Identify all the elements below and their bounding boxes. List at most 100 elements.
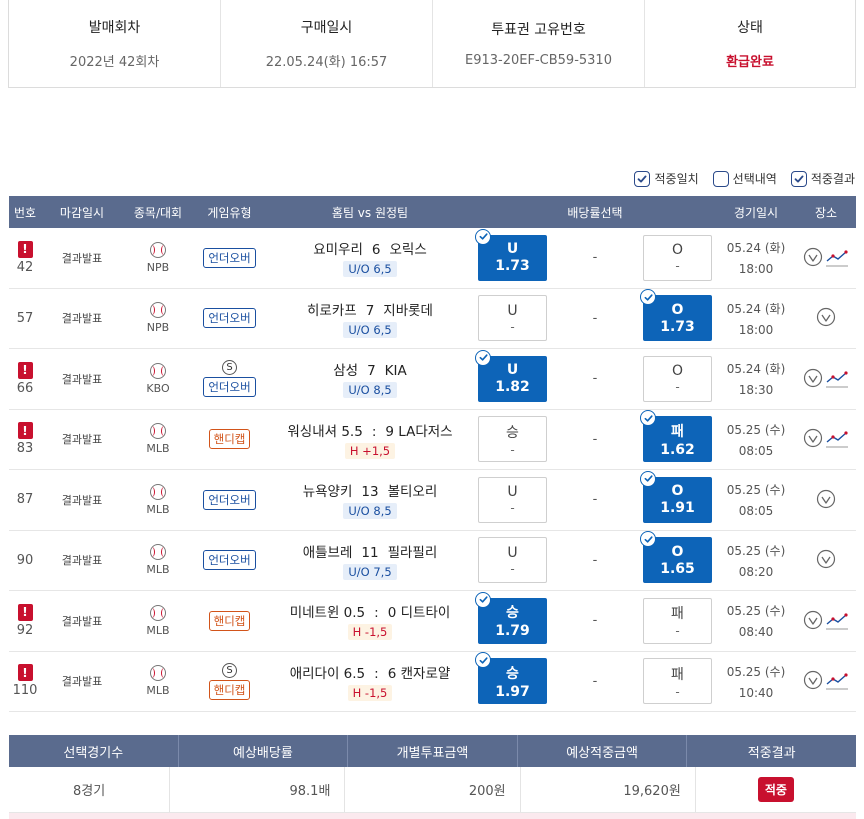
odds-right[interactable]: 패 1.62: [640, 410, 712, 463]
odds-right[interactable]: 패-: [643, 658, 712, 705]
game-time-cell: 05.25 (수) 08:05: [716, 421, 796, 458]
league-name: MLB: [146, 502, 170, 516]
teams-line: 히로카프 7 지바롯데: [302, 299, 438, 319]
summary-round: 발매회차 2022년 42회차: [9, 0, 221, 87]
game-number-cell: ! 110: [9, 664, 41, 698]
odds-label: O: [671, 242, 684, 259]
table-header: 번호 마감일시 종목/대회 게임유형 홈팀 vs 원정팀 배당률선택 경기일시 …: [9, 196, 856, 228]
odds-left[interactable]: U 1.82: [475, 349, 547, 402]
result-header-payout: 예상적중금액: [518, 735, 688, 767]
league-name: MLB: [146, 684, 170, 698]
location-pin-icon[interactable]: [816, 489, 836, 511]
filter-0[interactable]: 적중일치: [634, 170, 699, 187]
filter-1[interactable]: 선택내역: [712, 170, 777, 187]
line-value: U/O 6,5: [343, 321, 397, 338]
odds-right[interactable]: O 1.65: [640, 531, 712, 584]
location-pin-icon[interactable]: [816, 549, 836, 571]
home-team: 애틀브레: [302, 544, 353, 561]
close-status: 결과발표: [61, 493, 103, 507]
game-time: 08:20: [738, 564, 774, 579]
away-team: 9 LA다저스: [385, 423, 453, 440]
summary-label: 상태: [737, 20, 763, 36]
filter-bar: 적중일치 선택내역 적중결과: [634, 170, 855, 187]
table-row: ! 66 결과발표 KBO S 언더오버 삼성 7 KIA U/O 8,5 U 1.82- O -05.2…: [9, 349, 856, 410]
draw-odds: -: [592, 673, 598, 689]
place-cell: [796, 247, 856, 269]
location-pin-icon[interactable]: [803, 670, 823, 692]
odds-value: -: [510, 561, 515, 576]
sport-cell: MLB: [123, 604, 193, 637]
table-row: ! 92 결과발표 MLB 핸디캡 미네트윈 0.5:0 디트타이 H -1,5 승 1.79 -…: [9, 591, 856, 652]
odds-right[interactable]: O-: [643, 234, 712, 281]
baseball-icon: [150, 665, 166, 682]
league-name: NPB: [146, 321, 170, 335]
checkbox[interactable]: [790, 170, 807, 187]
game-date: 05.25 (수): [726, 483, 786, 498]
checkbox[interactable]: [634, 170, 651, 187]
sport-cell: MLB: [123, 483, 193, 516]
odds-label: 승: [506, 605, 519, 622]
place-cell: [796, 307, 856, 329]
checkbox[interactable]: [712, 170, 729, 187]
location-pin-icon[interactable]: [803, 368, 823, 390]
sport-cell: KBO: [123, 362, 193, 395]
trend-graph-icon[interactable]: [825, 611, 849, 631]
odds-left[interactable]: U-: [478, 295, 547, 342]
league-name: NPB: [146, 260, 170, 274]
odds-right[interactable]: O 1.73: [640, 289, 712, 342]
trend-graph-icon[interactable]: [825, 429, 849, 449]
location-pin-icon[interactable]: [803, 428, 823, 450]
home-team: 애리다이 6.5: [289, 665, 366, 682]
trend-graph-icon[interactable]: [825, 369, 849, 389]
odds-left[interactable]: U-: [478, 537, 547, 584]
table-row: 87 결과발표 MLB 언더오버 뉴욕양키 13 볼티오리 U/O 8,5 U - - O 1.91 05…: [9, 470, 856, 531]
game-time-cell: 05.24 (화) 18:30: [716, 360, 796, 397]
baseball-icon: [150, 302, 166, 319]
odds-right[interactable]: O 1.91: [640, 470, 712, 523]
odds-label: U: [506, 241, 519, 258]
location-pin-icon[interactable]: [803, 610, 823, 632]
odds-left[interactable]: U-: [478, 476, 547, 523]
trend-graph-icon[interactable]: [825, 671, 849, 691]
bottom-divider: [9, 813, 856, 819]
baseball-icon: [150, 241, 166, 258]
score: 7: [367, 363, 376, 380]
sport-cell: NPB: [123, 241, 193, 274]
game-time: 18:30: [738, 383, 774, 398]
odds-left[interactable]: 승 1.97: [475, 652, 547, 705]
score: :: [374, 665, 379, 682]
place-cell: [796, 670, 856, 692]
trend-graph-icon[interactable]: [825, 248, 849, 268]
close-status: 결과발표: [61, 433, 103, 447]
odds-label: U: [507, 302, 518, 319]
odds-cell: U 1.82- O -: [474, 349, 716, 402]
odds-left[interactable]: 승 1.79: [475, 591, 547, 644]
location-pin-icon[interactable]: [803, 247, 823, 269]
table-row: ! 42 결과발표 NPB 언더오버 요미우리 6 오릭스 U/O 6,5 U 1.73- O -05.…: [9, 228, 856, 289]
location-pin-icon[interactable]: [816, 307, 836, 329]
odds-right[interactable]: 패-: [643, 597, 712, 644]
game-date: 05.24 (화): [726, 241, 786, 256]
game-type-tag: 언더오버: [203, 489, 256, 510]
league-name: MLB: [146, 442, 170, 456]
filter-2[interactable]: 적중결과: [790, 170, 855, 187]
odds-value: -: [675, 624, 680, 639]
away-team: 0 디트타이: [387, 605, 451, 622]
header-close: 마감일시: [59, 205, 105, 220]
odds-left[interactable]: 승-: [478, 416, 547, 463]
score: 6: [371, 242, 381, 259]
score: :: [371, 423, 377, 440]
game-date: 05.25 (수): [726, 604, 786, 619]
odds-label: O: [671, 483, 684, 500]
away-team: 볼티오리: [387, 484, 438, 501]
game-type-tag: 핸디캡: [208, 429, 251, 450]
game-type-tag: 언더오버: [203, 247, 256, 268]
baseball-icon: [150, 604, 166, 621]
away-team: 오릭스: [389, 242, 427, 259]
odds-cell: U - - O 1.91: [474, 470, 716, 523]
odds-right[interactable]: O-: [643, 355, 712, 402]
game-number-cell: 57: [9, 311, 41, 326]
alert-icon: !: [17, 361, 33, 379]
odds-left[interactable]: U 1.73: [475, 228, 547, 281]
home-team: 미네트윈 0.5: [289, 605, 366, 622]
